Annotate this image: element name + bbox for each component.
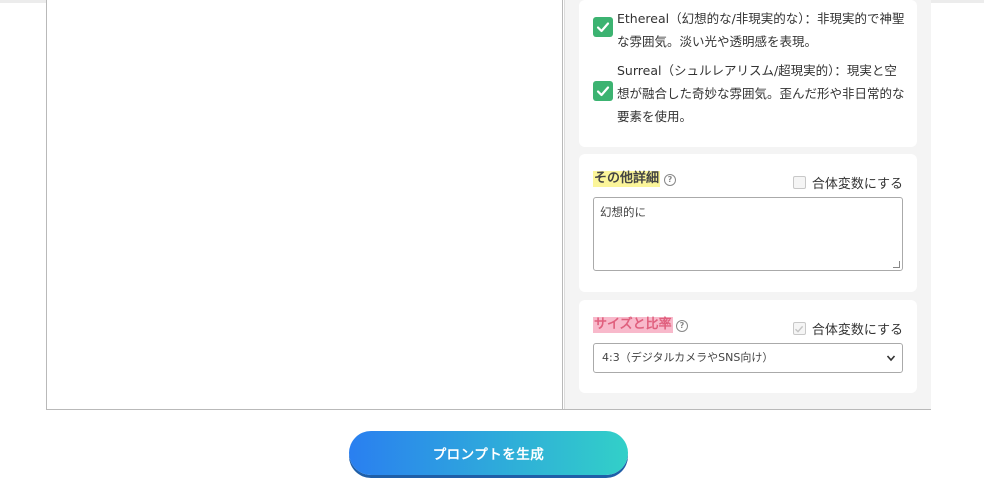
settings-panel: Ethereal（幻想的な/非現実的な）：非現実的で神聖な雰囲気。淡い光や透明感… [564,0,931,409]
resize-handle[interactable] [893,261,900,268]
textarea-value: 幻想的に [600,205,646,219]
checkbox-icon[interactable] [792,176,806,189]
checkbox-icon[interactable] [792,322,806,335]
merge-variable-label: 合体変数にする [811,177,903,192]
editor-frame: Ethereal（幻想的な/非現実的な）：非現実的で神聖な雰囲気。淡い光や透明感… [46,0,931,410]
merge-variable-label: 合体変数にする [811,323,903,338]
generate-prompt-button[interactable]: プロンプトを生成 [349,431,628,475]
size-ratio-label: サイズと比率 [593,317,673,333]
mood-option-label: Surreal（シュルレアリスム/超現実的）：現実と空想が融合した奇妙な雰囲気。… [617,63,905,124]
mood-option-label: Ethereal（幻想的な/非現実的な）：非現実的で神聖な雰囲気。淡い光や透明感… [617,11,905,49]
merge-variable-checkbox[interactable]: 合体変数にする [792,319,903,338]
help-icon[interactable]: ? [676,320,688,332]
other-details-textarea[interactable]: 幻想的に [593,197,903,271]
checkbox-checked-icon[interactable] [593,17,613,37]
size-ratio-select[interactable]: 4:3（デジタルカメラやSNS向け） [593,343,903,373]
output-pane [47,0,563,409]
other-details-label: その他詳細 [593,171,661,187]
checkbox-checked-icon[interactable] [593,81,613,101]
select-value: 4:3（デジタルカメラやSNS向け） [602,351,774,364]
size-ratio-card: サイズと比率 ? 合体変数にする 4:3（デジタルカメラやSNS向け） [579,300,917,393]
mood-options-card: Ethereal（幻想的な/非現実的な）：非現実的で神聖な雰囲気。淡い光や透明感… [579,0,917,147]
help-icon[interactable]: ? [664,174,676,186]
merge-variable-checkbox[interactable]: 合体変数にする [792,173,903,192]
other-details-card: その他詳細 ? 合体変数にする 幻想的に [579,154,917,292]
chevron-down-icon [886,355,896,362]
